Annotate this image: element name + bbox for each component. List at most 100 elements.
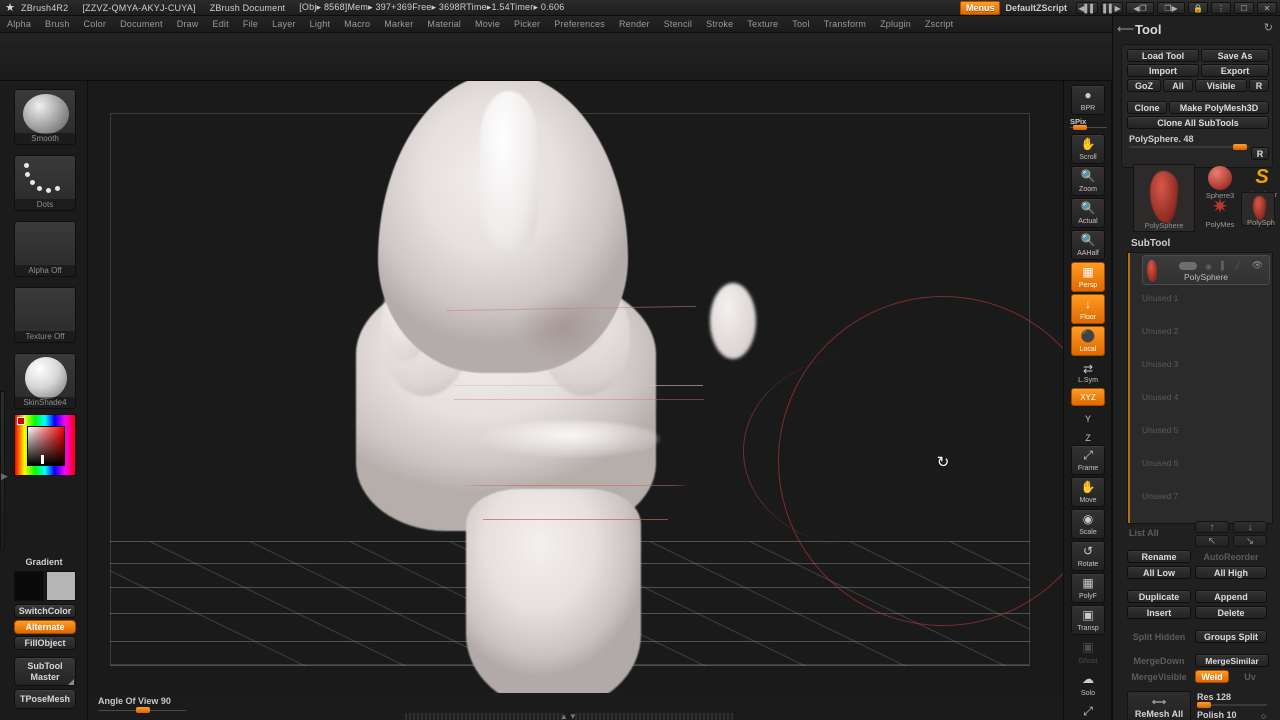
fill-object-button[interactable]: FillObject <box>14 636 76 650</box>
uv-button[interactable]: Uv <box>1233 670 1267 683</box>
aahalf-button[interactable]: 🔍 AAHalf <box>1071 230 1105 260</box>
subtool-visibility-toggle-icon[interactable] <box>1179 262 1197 270</box>
collapse-arrow-icon[interactable]: ⟵ <box>1117 22 1134 36</box>
menu-item-stroke[interactable]: Stroke <box>699 19 740 29</box>
auto-reorder-button[interactable]: AutoReorder <box>1195 550 1267 563</box>
tpose-mesh-button[interactable]: TPoseMesh <box>14 689 76 709</box>
angle-of-view-knob[interactable] <box>136 707 150 713</box>
scroll-button[interactable]: ✋ Scroll <box>1071 134 1105 164</box>
delete-button[interactable]: Delete <box>1195 606 1267 619</box>
merge-similar-button[interactable]: MergeSimilar <box>1195 654 1269 667</box>
polish-slider[interactable]: Polish 10 <box>1197 710 1237 720</box>
subtool-item-unused-7[interactable]: Unused 7 <box>1142 489 1270 503</box>
clone-button[interactable]: Clone <box>1127 101 1167 114</box>
solo-button[interactable]: ☁ Solo <box>1071 669 1105 699</box>
minimize-icon[interactable]: ⋮ <box>1211 2 1231 14</box>
menu-item-picker[interactable]: Picker <box>507 19 547 29</box>
menu-item-marker[interactable]: Marker <box>377 19 420 29</box>
close-icon[interactable]: ✕ <box>1257 2 1277 14</box>
menu-item-material[interactable]: Material <box>420 19 468 29</box>
zoom-button[interactable]: 🔍 Zoom <box>1071 166 1105 196</box>
menu-item-draw[interactable]: Draw <box>170 19 206 29</box>
secondary-color-box[interactable] <box>46 571 76 601</box>
rotate-gizmo-button[interactable]: ↺ Rotate <box>1071 541 1105 571</box>
tool-thumbnail-polymesh[interactable]: ✷ PolyMes <box>1199 194 1241 229</box>
load-tool-button[interactable]: Load Tool <box>1127 49 1199 62</box>
make-polymesh3d-button[interactable]: Make PolyMesh3D <box>1169 101 1269 114</box>
export-button[interactable]: Export <box>1201 64 1269 77</box>
menu-item-texture[interactable]: Texture <box>740 19 785 29</box>
subtool-move-bottom-button[interactable]: ↘ <box>1233 535 1267 547</box>
canvas-horizontal-scrollbar-left[interactable] <box>405 713 565 720</box>
subtool-master-button[interactable]: SubTool Master <box>14 657 76 686</box>
transparency-button[interactable]: ▣ Transp <box>1071 605 1105 635</box>
clone-all-subtools-button[interactable]: Clone All SubTools <box>1127 116 1269 129</box>
polish-circle-icon[interactable]: ○ <box>1261 711 1266 720</box>
spix-knob[interactable] <box>1073 125 1087 130</box>
goz-button[interactable]: GoZ <box>1127 79 1161 92</box>
menu-item-edit[interactable]: Edit <box>206 19 236 29</box>
current-tool-r-button[interactable]: R <box>1251 147 1269 160</box>
remesh-all-button[interactable]: ⟷ ReMesh All <box>1127 691 1191 720</box>
angle-of-view-slider[interactable]: Angle Of View 90 <box>98 696 186 713</box>
menu-item-file[interactable]: File <box>236 19 265 29</box>
switch-color-button[interactable]: SwitchColor <box>14 604 76 618</box>
menu-item-macro[interactable]: Macro <box>337 19 377 29</box>
texture-swatch[interactable]: Texture Off <box>14 287 76 343</box>
spix-slider[interactable]: SPix <box>1070 117 1107 130</box>
menu-item-stencil[interactable]: Stencil <box>657 19 699 29</box>
frame-button[interactable]: ⤢ Frame <box>1071 445 1105 475</box>
menu-item-alpha[interactable]: Alpha <box>0 19 38 29</box>
primary-color-box[interactable] <box>14 571 44 601</box>
menu-item-light[interactable]: Light <box>303 19 338 29</box>
z-axis-button[interactable]: Z <box>1071 426 1105 444</box>
tool-thumbnail-polysphere[interactable]: PolySphere <box>1133 164 1195 232</box>
menu-item-transform[interactable]: Transform <box>817 19 873 29</box>
subtool-brush-icon[interactable]: ╱ <box>1235 261 1240 270</box>
next-window-icon[interactable]: ❐▶ <box>1157 2 1185 14</box>
menu-item-layer[interactable]: Layer <box>265 19 303 29</box>
alternate-button[interactable]: Alternate <box>14 620 76 634</box>
rename-button[interactable]: Rename <box>1127 550 1191 563</box>
move-gizmo-button[interactable]: ✋ Move <box>1071 477 1105 507</box>
lock-icon[interactable]: 🔒 <box>1188 2 1208 14</box>
menu-item-zscript[interactable]: Zscript <box>918 19 960 29</box>
duplicate-button[interactable]: Duplicate <box>1127 590 1191 603</box>
all-low-button[interactable]: All Low <box>1127 566 1191 579</box>
current-color-chip[interactable] <box>17 417 25 425</box>
menu-item-movie[interactable]: Movie <box>468 19 507 29</box>
append-button[interactable]: Append <box>1195 590 1267 603</box>
polyframe-button[interactable]: ▦ PolyF <box>1071 573 1105 603</box>
split-hidden-button[interactable]: Split Hidden <box>1127 630 1191 643</box>
subtool-move-top-button[interactable]: ↖ <box>1195 535 1229 547</box>
subtool-move-down-button[interactable]: ↓ <box>1233 521 1267 533</box>
local-symmetry-button[interactable]: ⚫ Local <box>1071 326 1105 356</box>
subtool-move-up-button[interactable]: ↑ <box>1195 521 1229 533</box>
res-slider[interactable]: Res 128 <box>1197 692 1267 708</box>
subtool-item-unused-4[interactable]: Unused 4 <box>1142 390 1270 404</box>
all-high-button[interactable]: All High <box>1195 566 1267 579</box>
weld-button[interactable]: Weld <box>1195 670 1229 683</box>
menu-item-zplugin[interactable]: Zplugin <box>873 19 918 29</box>
lsym-button[interactable]: ⇄ L.Sym <box>1071 362 1105 386</box>
subtool-item-polysphere[interactable]: ◉ ▌ ╱ 👁 PolySphere <box>1142 255 1270 285</box>
alpha-swatch[interactable]: Alpha Off <box>14 221 76 277</box>
y-axis-button[interactable]: Y <box>1071 407 1105 425</box>
prev-window-icon[interactable]: ◀❐ <box>1126 2 1154 14</box>
current-tool-slider[interactable]: PolySphere. 48 <box>1129 134 1249 150</box>
subtool-item-unused-6[interactable]: Unused 6 <box>1142 456 1270 470</box>
bpr-render-button[interactable]: ● BPR <box>1071 85 1105 115</box>
goz-visible-button[interactable]: Visible <box>1195 79 1247 92</box>
subtool-paint-icon[interactable]: ▌ <box>1221 261 1227 270</box>
brush-swatch[interactable]: Smooth <box>14 89 76 145</box>
goz-all-button[interactable]: All <box>1163 79 1193 92</box>
scale-gizmo-button[interactable]: ◉ Scale <box>1071 509 1105 539</box>
merge-visible-button[interactable]: MergeVisible <box>1127 670 1191 683</box>
subtool-item-unused-3[interactable]: Unused 3 <box>1142 357 1270 371</box>
perspective-button[interactable]: ▦ Persp <box>1071 262 1105 292</box>
restore-icon[interactable]: ☐ <box>1234 2 1254 14</box>
document-canvas[interactable]: ↻ <box>88 81 1063 693</box>
menu-item-brush[interactable]: Brush <box>38 19 77 29</box>
menu-item-render[interactable]: Render <box>612 19 657 29</box>
subtool-list[interactable]: ◉ ▌ ╱ 👁 PolySphere Unused 1 Unused 2 Unu… <box>1127 252 1273 524</box>
